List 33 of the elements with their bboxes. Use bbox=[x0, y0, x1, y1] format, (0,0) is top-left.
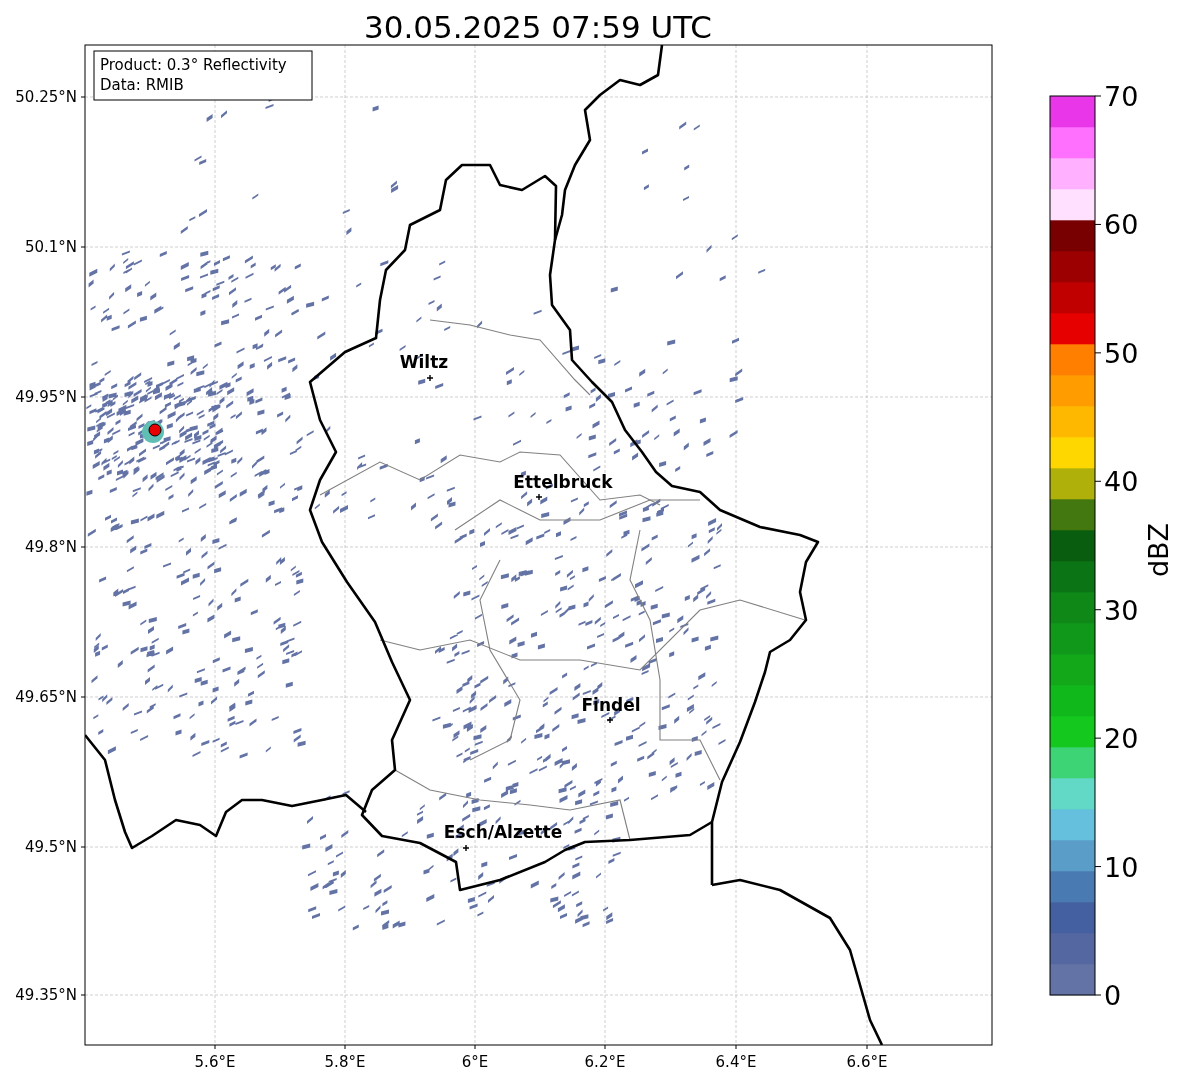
latitude-label: 50.1°N bbox=[24, 238, 77, 256]
latitude-label: 49.65°N bbox=[15, 688, 77, 706]
info-text: Data: RMIB bbox=[100, 76, 184, 94]
longitude-label: 6.2°E bbox=[584, 1053, 626, 1071]
colorbar-tick-label: 20 bbox=[1104, 723, 1139, 755]
city-marker-icon bbox=[606, 716, 614, 724]
city-label: Wiltz bbox=[399, 352, 449, 372]
latitude-label: 50.25°N bbox=[15, 88, 77, 106]
chart-title: 30.05.2025 07:59 UTC bbox=[364, 9, 712, 45]
colorbar-tick-label: 0 bbox=[1104, 980, 1122, 1011]
city-marker-icon bbox=[535, 493, 543, 501]
colorbar-tick-label: 70 bbox=[1104, 81, 1139, 112]
longitude-label: 6.6°E bbox=[846, 1053, 888, 1071]
colorbar-tick-label: 60 bbox=[1104, 209, 1139, 241]
city-label: Ettelbruck bbox=[513, 472, 613, 492]
latitude-label: 49.95°N bbox=[15, 388, 77, 406]
latitude-label: 49.5°N bbox=[24, 838, 77, 856]
longitude-label: 6.4°E bbox=[715, 1053, 757, 1071]
colorbar-tick-label: 40 bbox=[1104, 466, 1139, 498]
city-marker-icon bbox=[462, 844, 470, 852]
colorbar-label: dBZ bbox=[1143, 522, 1174, 578]
longitude-label: 6°E bbox=[461, 1053, 489, 1071]
longitude-label: 5.8°E bbox=[324, 1053, 366, 1071]
colorbar-tick-label: 30 bbox=[1104, 594, 1139, 626]
latitude-label: 49.8°N bbox=[24, 538, 77, 556]
info-text: Product: 0.3° Reflectivity bbox=[100, 56, 287, 74]
longitude-label: 5.6°E bbox=[194, 1053, 236, 1071]
colorbar-tick-label: 10 bbox=[1104, 851, 1139, 883]
city-marker-icon bbox=[426, 374, 434, 382]
radar-site-icon bbox=[142, 421, 164, 443]
latitude-label: 49.35°N bbox=[15, 986, 77, 1004]
city-label: Findel bbox=[581, 695, 641, 715]
colorbar-tick-label: 50 bbox=[1104, 337, 1139, 369]
